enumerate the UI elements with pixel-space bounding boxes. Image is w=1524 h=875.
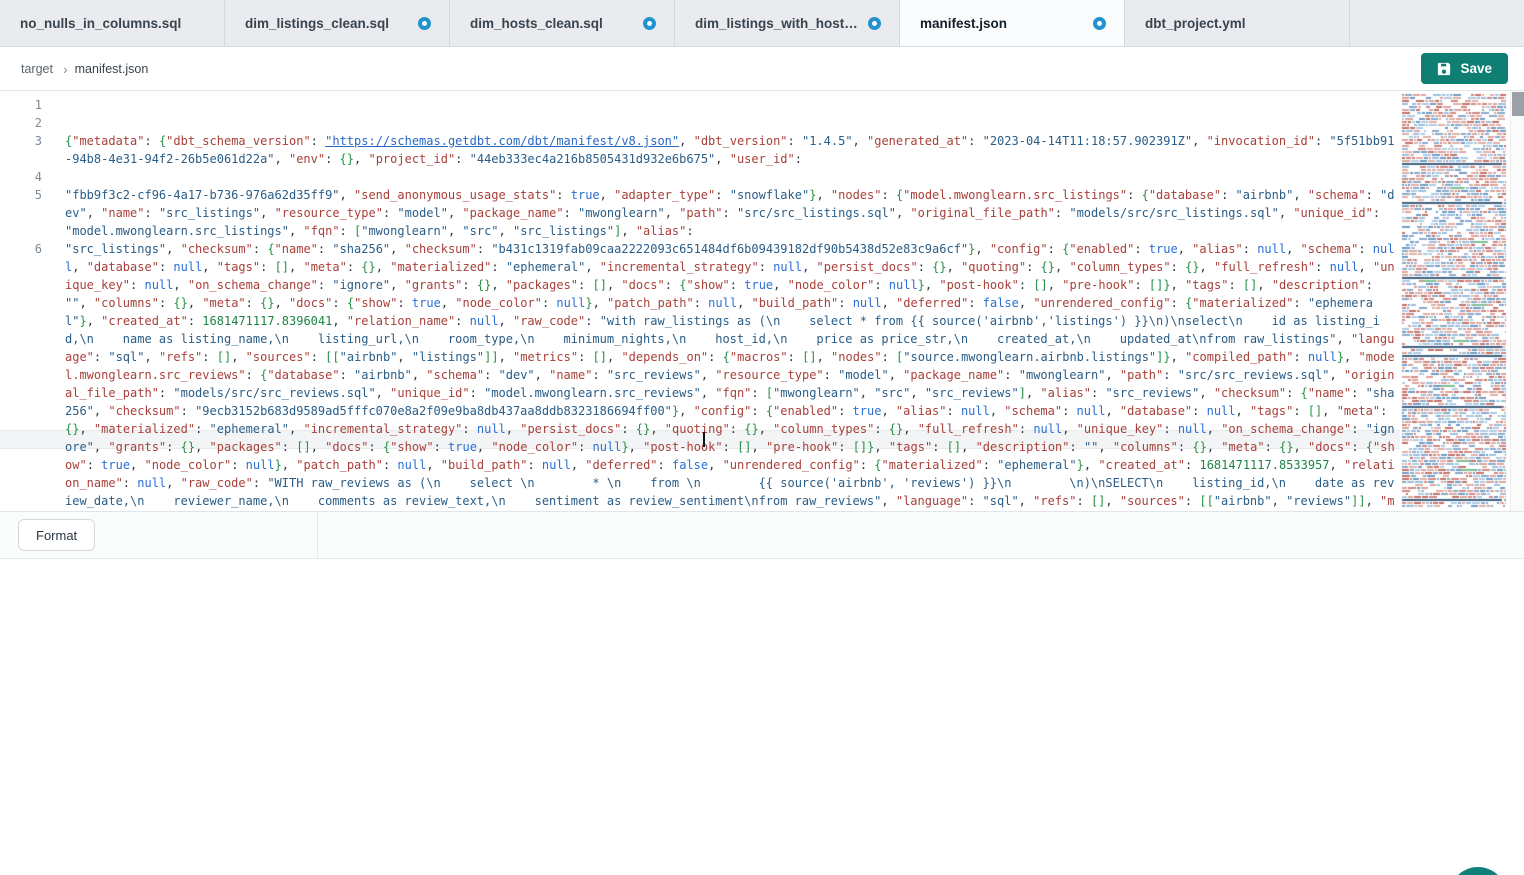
- code-minimap[interactable]: [1400, 91, 1510, 511]
- tab-label: manifest.json: [920, 16, 1007, 31]
- code-scroll-area[interactable]: 1 2 3 {"metadata": {"dbt_schema_version"…: [0, 91, 1400, 511]
- tab-dim-hosts-clean[interactable]: dim_hosts_clean.sql: [450, 0, 675, 46]
- unsaved-changes-dot-icon[interactable]: [868, 17, 881, 30]
- line-number: 3: [0, 132, 42, 150]
- breadcrumb-bar: target › manifest.json Save: [0, 47, 1524, 91]
- tab-label: dim_hosts_clean.sql: [470, 16, 603, 31]
- tab-dbt-project-yml[interactable]: dbt_project.yml: [1125, 0, 1350, 46]
- code-text: [65, 96, 1400, 114]
- code-line[interactable]: 3 {"metadata": {"dbt_schema_version": "h…: [0, 132, 1400, 168]
- code-text: [65, 114, 1400, 132]
- code-line[interactable]: 6 "src_listings", "checksum": {"name": "…: [0, 240, 1400, 511]
- breadcrumb-folder[interactable]: target: [21, 62, 53, 76]
- line-number: 2: [0, 114, 42, 132]
- unsaved-changes-dot-icon[interactable]: [643, 17, 656, 30]
- code-text: "fbb9f3c2-cf96-4a17-b736-976a62d35ff9", …: [65, 186, 1400, 240]
- tab-manifest-json[interactable]: manifest.json: [900, 0, 1125, 46]
- code-line[interactable]: 5 "fbb9f3c2-cf96-4a17-b736-976a62d35ff9"…: [0, 186, 1400, 240]
- line-number: 6: [0, 240, 42, 258]
- line-number: 5: [0, 186, 42, 204]
- minimap-canvas: [1400, 91, 1510, 511]
- code-text: [65, 168, 1400, 186]
- text-cursor: [703, 432, 705, 447]
- code-text: {"metadata": {"dbt_schema_version": "htt…: [65, 132, 1400, 168]
- code-editor[interactable]: 1 2 3 {"metadata": {"dbt_schema_version"…: [0, 91, 1524, 511]
- floppy-disk-icon: [1437, 62, 1451, 76]
- save-button-label: Save: [1460, 61, 1492, 76]
- scrollbar-thumb[interactable]: [1512, 92, 1524, 116]
- unsaved-changes-dot-icon[interactable]: [418, 17, 431, 30]
- line-number: 1: [0, 96, 42, 114]
- code-line[interactable]: 4: [0, 168, 1400, 186]
- tabbar-spacer: [1350, 0, 1524, 46]
- line-number: 4: [0, 168, 42, 186]
- tab-label: dim_listings_with_hosts.sql: [695, 16, 858, 31]
- code-text: "src_listings", "checksum": {"name": "sh…: [65, 240, 1400, 511]
- save-button[interactable]: Save: [1421, 53, 1508, 84]
- breadcrumb-file[interactable]: manifest.json: [75, 62, 149, 76]
- panel-divider: [317, 512, 318, 558]
- results-panel: [0, 559, 1524, 875]
- unsaved-changes-dot-icon[interactable]: [1093, 17, 1106, 30]
- tab-label: dbt_project.yml: [1145, 16, 1246, 31]
- editor-tab-bar: no_nulls_in_columns.sql dim_listings_cle…: [0, 0, 1524, 47]
- tab-dim-listings-with-hosts[interactable]: dim_listings_with_hosts.sql: [675, 0, 900, 46]
- format-button[interactable]: Format: [18, 519, 95, 551]
- tab-label: dim_listings_clean.sql: [245, 16, 389, 31]
- code-line[interactable]: 2: [0, 114, 1400, 132]
- tab-dim-listings-clean[interactable]: dim_listings_clean.sql: [225, 0, 450, 46]
- vertical-scrollbar[interactable]: [1510, 91, 1524, 511]
- tab-label: no_nulls_in_columns.sql: [20, 16, 181, 31]
- code-line[interactable]: 1: [0, 96, 1400, 114]
- bottom-action-bar: Format: [0, 511, 1524, 559]
- chevron-right-icon: ›: [63, 61, 68, 77]
- tab-no-nulls-in-columns[interactable]: no_nulls_in_columns.sql: [0, 0, 225, 46]
